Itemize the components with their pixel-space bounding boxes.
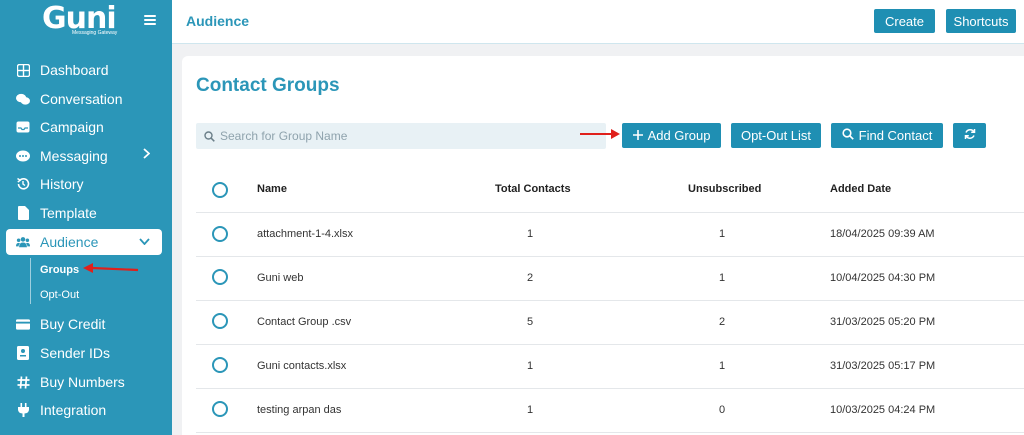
refresh-icon — [964, 127, 976, 145]
sidebar-item-label: Conversation — [40, 91, 123, 107]
plug-icon — [16, 403, 30, 417]
refresh-button[interactable] — [953, 123, 986, 148]
added-date-value: 10/03/2025 04:24 PM — [830, 404, 936, 416]
contact-groups-card: Contact Groups Add Group Opt-Out List Fi… — [182, 56, 1024, 435]
id-badge-icon — [16, 346, 30, 360]
added-date-value: 31/03/2025 05:20 PM — [830, 316, 936, 328]
chat-bubbles-icon — [16, 92, 30, 106]
column-header-name: Name — [257, 183, 287, 195]
total-contacts-value: 1 — [526, 228, 534, 240]
row-divider — [196, 256, 1024, 257]
sidebar: Guni Messaging Gateway Dashboard Convers… — [0, 0, 172, 435]
column-header-added-date: Added Date — [830, 183, 892, 195]
sidebar-item-dashboard[interactable]: Dashboard — [0, 57, 172, 83]
add-group-label: Add Group — [647, 128, 711, 143]
row-select-radio[interactable] — [212, 357, 228, 373]
total-contacts-value: 2 — [526, 272, 534, 284]
sidebar-item-sender-ids[interactable]: Sender IDs — [0, 340, 172, 366]
submenu-rail — [30, 258, 31, 304]
row-divider — [196, 212, 1024, 213]
total-contacts-value: 5 — [526, 316, 534, 328]
sidebar-item-label: Buy Numbers — [40, 374, 125, 390]
unsubscribed-value: 0 — [718, 404, 726, 416]
unsubscribed-value: 1 — [718, 360, 726, 372]
sidebar-item-label: Campaign — [40, 119, 104, 135]
row-divider — [196, 432, 1024, 433]
sidebar-item-label: Sender IDs — [40, 345, 111, 361]
sidebar-item-buy-numbers[interactable]: Buy Numbers — [0, 369, 172, 395]
find-contact-button[interactable]: Find Contact — [831, 123, 943, 148]
sidebar-item-label: Messaging — [40, 148, 108, 164]
select-all-radio[interactable] — [212, 182, 228, 198]
sidebar-item-history[interactable]: History — [0, 171, 172, 197]
find-contact-label: Find Contact — [858, 128, 933, 143]
sidebar-item-label: Buy Credit — [40, 316, 106, 332]
sidebar-subitem-groups[interactable]: Groups — [40, 264, 79, 276]
section-title: Contact Groups — [196, 75, 340, 96]
group-name[interactable]: Guni web — [257, 272, 303, 284]
search-icon — [842, 128, 854, 143]
group-name[interactable]: Contact Group .csv — [257, 316, 351, 328]
sidebar-item-label: Audience — [40, 234, 99, 250]
unsubscribed-value: 1 — [718, 228, 726, 240]
sidebar-item-label: Template — [40, 205, 97, 221]
row-select-radio[interactable] — [212, 269, 228, 285]
inbox-icon — [16, 120, 30, 134]
logo-subtitle: Messaging Gateway — [72, 30, 118, 36]
sidebar-item-campaign[interactable]: Campaign — [0, 114, 172, 140]
credit-card-icon — [16, 317, 30, 331]
sidebar-item-buy-credit[interactable]: Buy Credit — [0, 311, 172, 337]
chevron-down-icon — [139, 234, 150, 248]
added-date-value: 10/04/2025 04:30 PM — [830, 272, 936, 284]
grid-icon — [16, 63, 30, 77]
annotation-arrow-add-group — [580, 129, 620, 139]
menu-toggle-icon[interactable] — [144, 15, 156, 25]
sidebar-item-template[interactable]: Template — [0, 200, 172, 226]
group-name[interactable]: attachment-1-4.xlsx — [257, 228, 353, 240]
sidebar-item-messaging[interactable]: Messaging — [0, 143, 172, 169]
history-icon — [16, 177, 30, 191]
plus-icon — [632, 128, 643, 143]
message-icon — [16, 149, 30, 163]
opt-out-list-button[interactable]: Opt-Out List — [731, 123, 821, 148]
total-contacts-value: 1 — [526, 360, 534, 372]
search-icon — [204, 129, 215, 142]
row-divider — [196, 344, 1024, 345]
shortcuts-button[interactable]: Shortcuts — [946, 9, 1016, 33]
row-select-radio[interactable] — [212, 313, 228, 329]
column-header-unsubscribed: Unsubscribed — [688, 183, 762, 195]
total-contacts-value: 1 — [526, 404, 534, 416]
unsubscribed-value: 1 — [718, 272, 726, 284]
create-button[interactable]: Create — [874, 9, 935, 33]
document-icon — [16, 206, 30, 220]
row-select-radio[interactable] — [212, 401, 228, 417]
annotation-arrow-groups — [83, 263, 139, 273]
column-header-total-contacts: Total Contacts — [495, 183, 571, 195]
sidebar-item-label: Dashboard — [40, 62, 109, 78]
group-name[interactable]: Guni contacts.xlsx — [257, 360, 346, 372]
sidebar-item-audience[interactable]: Audience — [6, 229, 162, 255]
row-divider — [196, 300, 1024, 301]
added-date-value: 31/03/2025 05:17 PM — [830, 360, 936, 372]
sidebar-item-label: History — [40, 176, 84, 192]
row-divider — [196, 388, 1024, 389]
sidebar-item-label: Integration — [40, 402, 107, 418]
search-input[interactable] — [196, 123, 606, 149]
opt-out-list-label: Opt-Out List — [740, 128, 812, 143]
sidebar-item-integration[interactable]: Integration — [0, 397, 172, 423]
unsubscribed-value: 2 — [718, 316, 726, 328]
sidebar-subitem-opt-out[interactable]: Opt-Out — [40, 289, 79, 301]
row-select-radio[interactable] — [212, 226, 228, 242]
group-name[interactable]: testing arpan das — [257, 404, 341, 416]
top-bar: Audience Create Shortcuts — [172, 0, 1024, 44]
chevron-right-icon — [143, 148, 151, 162]
sidebar-item-conversation[interactable]: Conversation — [0, 86, 172, 112]
added-date-value: 18/04/2025 09:39 AM — [830, 228, 935, 240]
hash-icon — [16, 375, 30, 389]
page-title: Audience — [186, 13, 250, 29]
users-icon — [16, 235, 30, 249]
add-group-button[interactable]: Add Group — [622, 123, 721, 148]
